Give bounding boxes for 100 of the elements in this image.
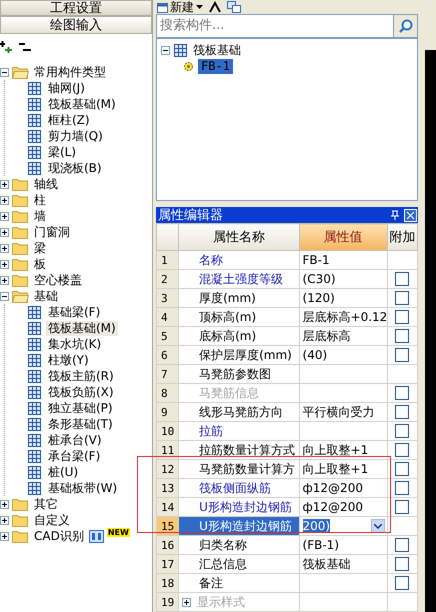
- tree-item[interactable]: 筏板主筋(R): [46, 368, 116, 384]
- column-header[interactable]: 属性名称: [178, 224, 300, 250]
- attach-checkbox[interactable]: [395, 481, 410, 496]
- expand-icon[interactable]: [0, 500, 9, 508]
- row-number: 15: [156, 516, 179, 536]
- attach-checkbox[interactable]: [395, 291, 410, 306]
- tree-item[interactable]: CAD识别: [32, 528, 86, 544]
- tree-item[interactable]: 集水坑(K): [46, 336, 104, 352]
- attach-checkbox[interactable]: [395, 348, 410, 362]
- attach-checkbox[interactable]: [395, 538, 410, 552]
- tree-item[interactable]: 筏板负筋(X): [46, 384, 116, 400]
- expand-icon[interactable]: [0, 180, 9, 188]
- attach-checkbox[interactable]: [395, 424, 410, 438]
- value-editor[interactable]: 200): [299, 516, 388, 536]
- tree-item[interactable]: 框柱(Z): [46, 112, 92, 128]
- column-header: [156, 224, 179, 250]
- tree-item[interactable]: 轴线: [32, 176, 60, 192]
- search-field[interactable]: 搜索构件...: [156, 14, 394, 38]
- expand-icon[interactable]: [0, 532, 9, 540]
- tree-item[interactable]: 基础: [32, 288, 60, 304]
- module-button[interactable]: 绘图输入: [0, 16, 152, 34]
- expand-icon[interactable]: [0, 212, 9, 220]
- tree-item[interactable]: 剪力墙(Q): [46, 128, 105, 144]
- module-button[interactable]: 工程设置: [0, 0, 152, 16]
- tree-item[interactable]: 桩(U): [46, 464, 80, 480]
- tree-item[interactable]: 轴网(J): [46, 80, 87, 96]
- tree-item[interactable]: 现浇板(B): [46, 160, 104, 176]
- component-icon: [27, 160, 42, 176]
- tree-item[interactable]: 梁: [32, 240, 48, 256]
- tree-item[interactable]: 其它: [32, 496, 60, 512]
- tree-item[interactable]: 承台梁(F): [46, 448, 102, 464]
- tree-item[interactable]: 基础梁(F): [46, 304, 102, 320]
- tree-item[interactable]: 墙: [32, 208, 48, 224]
- tree-item[interactable]: 筏板基础(M): [46, 96, 118, 112]
- collapse-icon[interactable]: [0, 68, 9, 76]
- copy-icon[interactable]: [227, 1, 241, 14]
- expand-all-icon[interactable]: [0, 41, 13, 53]
- collapse-all-icon[interactable]: [19, 41, 32, 53]
- row-number: 5: [156, 326, 179, 346]
- row-number: 10: [156, 422, 179, 440]
- tree-item[interactable]: 基础板带(W): [46, 480, 120, 496]
- folder-icon: [12, 242, 29, 254]
- attach-checkbox[interactable]: [395, 500, 410, 514]
- collapse-icon[interactable]: [0, 292, 9, 300]
- gear-icon: [183, 61, 194, 72]
- tree-item[interactable]: 独立基础(P): [46, 400, 115, 416]
- attach-checkbox[interactable]: [395, 329, 410, 344]
- search-button[interactable]: [394, 14, 418, 38]
- column-header[interactable]: 附加: [387, 224, 418, 250]
- tree-item[interactable]: 板: [32, 256, 48, 272]
- attach-checkbox[interactable]: [395, 462, 410, 476]
- expand-icon[interactable]: [0, 260, 9, 268]
- row-number: 13: [156, 478, 179, 498]
- attach-checkbox[interactable]: [395, 443, 410, 458]
- dropdown-button[interactable]: [370, 519, 385, 533]
- attach-checkbox[interactable]: [395, 557, 410, 572]
- tree-item[interactable]: 筏板基础: [191, 43, 243, 58]
- tree-item[interactable]: 条形基础(T): [46, 416, 115, 432]
- row-number: 9: [156, 402, 179, 422]
- tree-item[interactable]: 自定义: [32, 512, 72, 528]
- property-value: (40): [299, 346, 388, 364]
- close-icon[interactable]: [404, 208, 417, 222]
- property-name: 顶标高(m): [178, 308, 300, 326]
- component-icon: [173, 43, 188, 58]
- component-icon: [27, 368, 42, 384]
- column-header[interactable]: 属性值: [299, 224, 388, 250]
- property-name: 混凝土强度等级: [178, 270, 300, 288]
- pin-icon[interactable]: [390, 210, 400, 220]
- tree-item[interactable]: 筏板基础(M): [46, 320, 118, 336]
- expand-icon[interactable]: [0, 244, 9, 252]
- expand-icon[interactable]: [0, 516, 9, 524]
- tree-item[interactable]: FB-1: [198, 59, 233, 74]
- expand-icon[interactable]: [0, 228, 9, 236]
- expand-icon[interactable]: [0, 276, 9, 284]
- tree-item[interactable]: 门窗洞: [32, 224, 72, 240]
- new-badge: NEW: [106, 528, 130, 537]
- property-value: ф12@200: [299, 478, 388, 498]
- folder-icon: [12, 530, 29, 542]
- tree-item[interactable]: 桩承台(V): [46, 432, 104, 448]
- component-icon: [27, 464, 42, 480]
- attach-checkbox[interactable]: [395, 576, 410, 590]
- caret-icon: [196, 5, 203, 10]
- tree-item[interactable]: 空心楼盖: [32, 272, 84, 288]
- property-name: 备注: [178, 574, 300, 592]
- property-name: 厚度(mm): [178, 288, 300, 308]
- attach-checkbox[interactable]: [395, 405, 410, 420]
- collapse-icon[interactable]: [161, 46, 170, 55]
- tree-item[interactable]: 柱: [32, 192, 48, 208]
- folder-icon: [12, 258, 29, 270]
- property-name: 拉筋: [178, 422, 300, 440]
- attach-checkbox[interactable]: [395, 272, 410, 286]
- tree-item[interactable]: 梁(L): [46, 144, 78, 160]
- tree-item[interactable]: 柱墩(Y): [46, 352, 91, 368]
- row-number: 19: [156, 592, 179, 612]
- attach-checkbox[interactable]: [395, 310, 410, 324]
- delete-icon[interactable]: [209, 1, 221, 14]
- expand-icon[interactable]: [0, 196, 9, 204]
- tree-item[interactable]: 常用构件类型: [32, 64, 108, 80]
- folder-icon: [12, 226, 29, 238]
- folder-icon: [12, 514, 29, 526]
